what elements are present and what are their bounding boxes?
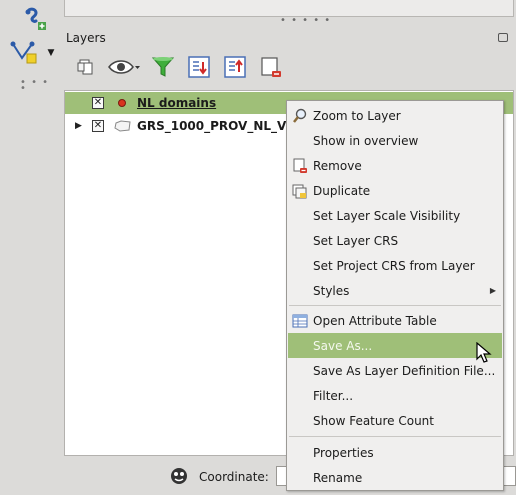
add-group-icon[interactable] xyxy=(70,50,100,84)
menu-item-label: Rename xyxy=(313,470,363,485)
menu-item-label: Show in overview xyxy=(313,133,419,148)
remove-icon xyxy=(293,158,307,173)
chevron-down-icon[interactable]: ▼ xyxy=(44,46,58,60)
menu-item-label: Duplicate xyxy=(313,183,371,198)
menu-item-set-project-crs[interactable]: Set Project CRS from Layer xyxy=(288,253,502,278)
menu-item-remove[interactable]: Remove xyxy=(288,153,502,178)
expand-arrow-icon[interactable]: ▶ xyxy=(75,121,82,131)
mouse-cursor-icon xyxy=(476,342,492,363)
menu-item-set-layer-scale-visibility[interactable]: Set Layer Scale Visibility xyxy=(288,203,502,228)
collapse-all-icon[interactable] xyxy=(220,50,250,84)
messages-icon[interactable] xyxy=(169,466,189,486)
filter-funnel-icon[interactable] xyxy=(148,50,178,84)
menu-item-rename[interactable]: Rename xyxy=(288,465,502,490)
menu-item-save-as[interactable]: Save As... xyxy=(288,333,502,358)
menu-item-label: Set Project CRS from Layer xyxy=(313,258,475,273)
menu-item-properties[interactable]: Properties xyxy=(288,440,502,465)
panel-splitter[interactable]: • • • • • xyxy=(280,16,331,26)
layer-name: NL domains xyxy=(137,96,217,110)
menu-item-duplicate[interactable]: Duplicate xyxy=(288,178,502,203)
visibility-eye-icon[interactable] xyxy=(104,50,144,84)
menu-item-label: Filter... xyxy=(313,388,354,403)
menu-item-label: Remove xyxy=(313,158,362,173)
menu-item-styles[interactable]: Styles ▶ xyxy=(288,278,502,303)
layer-visibility-checkbox[interactable]: ✕ xyxy=(92,97,104,109)
submenu-arrow-icon: ▶ xyxy=(489,286,496,295)
menu-item-show-feature-count[interactable]: Show Feature Count xyxy=(288,408,502,433)
menu-separator xyxy=(289,305,501,306)
menu-item-open-attribute-table[interactable]: Open Attribute Table xyxy=(288,308,502,333)
layers-panel-title: Layers xyxy=(66,31,106,45)
zoom-icon xyxy=(293,108,307,123)
layer-visibility-checkbox[interactable]: ✕ xyxy=(92,120,104,132)
coordinate-input-end[interactable] xyxy=(502,466,516,486)
menu-item-label: Show Feature Count xyxy=(313,413,434,428)
undock-icon[interactable] xyxy=(498,33,508,42)
menu-item-label: Set Layer Scale Visibility xyxy=(313,208,461,223)
menu-item-label: Open Attribute Table xyxy=(313,313,437,328)
menu-item-save-as-layer-definition[interactable]: Save As Layer Definition File... xyxy=(288,358,502,383)
menu-item-label: Styles xyxy=(313,283,350,298)
menu-item-filter[interactable]: Filter... xyxy=(288,383,502,408)
table-icon xyxy=(292,314,308,328)
toolbar-handle[interactable]: • • • • xyxy=(20,78,58,94)
polygon-symbol-icon xyxy=(114,120,131,132)
menu-item-label: Save As... xyxy=(313,338,373,353)
menu-separator xyxy=(289,436,501,437)
add-feature-icon[interactable] xyxy=(24,6,48,32)
remove-layer-icon[interactable] xyxy=(256,50,286,84)
menu-item-label: Set Layer CRS xyxy=(313,233,399,248)
point-symbol-icon xyxy=(118,99,126,107)
coordinate-label: Coordinate: xyxy=(199,470,269,484)
duplicate-icon xyxy=(292,184,307,199)
expand-all-icon[interactable] xyxy=(184,50,214,84)
menu-item-label: Zoom to Layer xyxy=(313,108,401,123)
menu-item-label: Properties xyxy=(313,445,374,460)
menu-item-label: Save As Layer Definition File... xyxy=(313,363,496,378)
menu-item-zoom-to-layer[interactable]: Zoom to Layer xyxy=(288,103,502,128)
layer-context-menu: Zoom to Layer Show in overview Remove Du… xyxy=(286,100,504,491)
menu-item-show-in-overview[interactable]: Show in overview xyxy=(288,128,502,153)
layers-toolbar xyxy=(64,50,514,86)
menu-item-set-layer-crs[interactable]: Set Layer CRS xyxy=(288,228,502,253)
left-toolbar: ▼ • • • • xyxy=(0,0,58,495)
vertex-tool-icon[interactable] xyxy=(8,38,44,68)
layer-name: GRS_1000_PROV_NL_V xyxy=(137,119,287,133)
